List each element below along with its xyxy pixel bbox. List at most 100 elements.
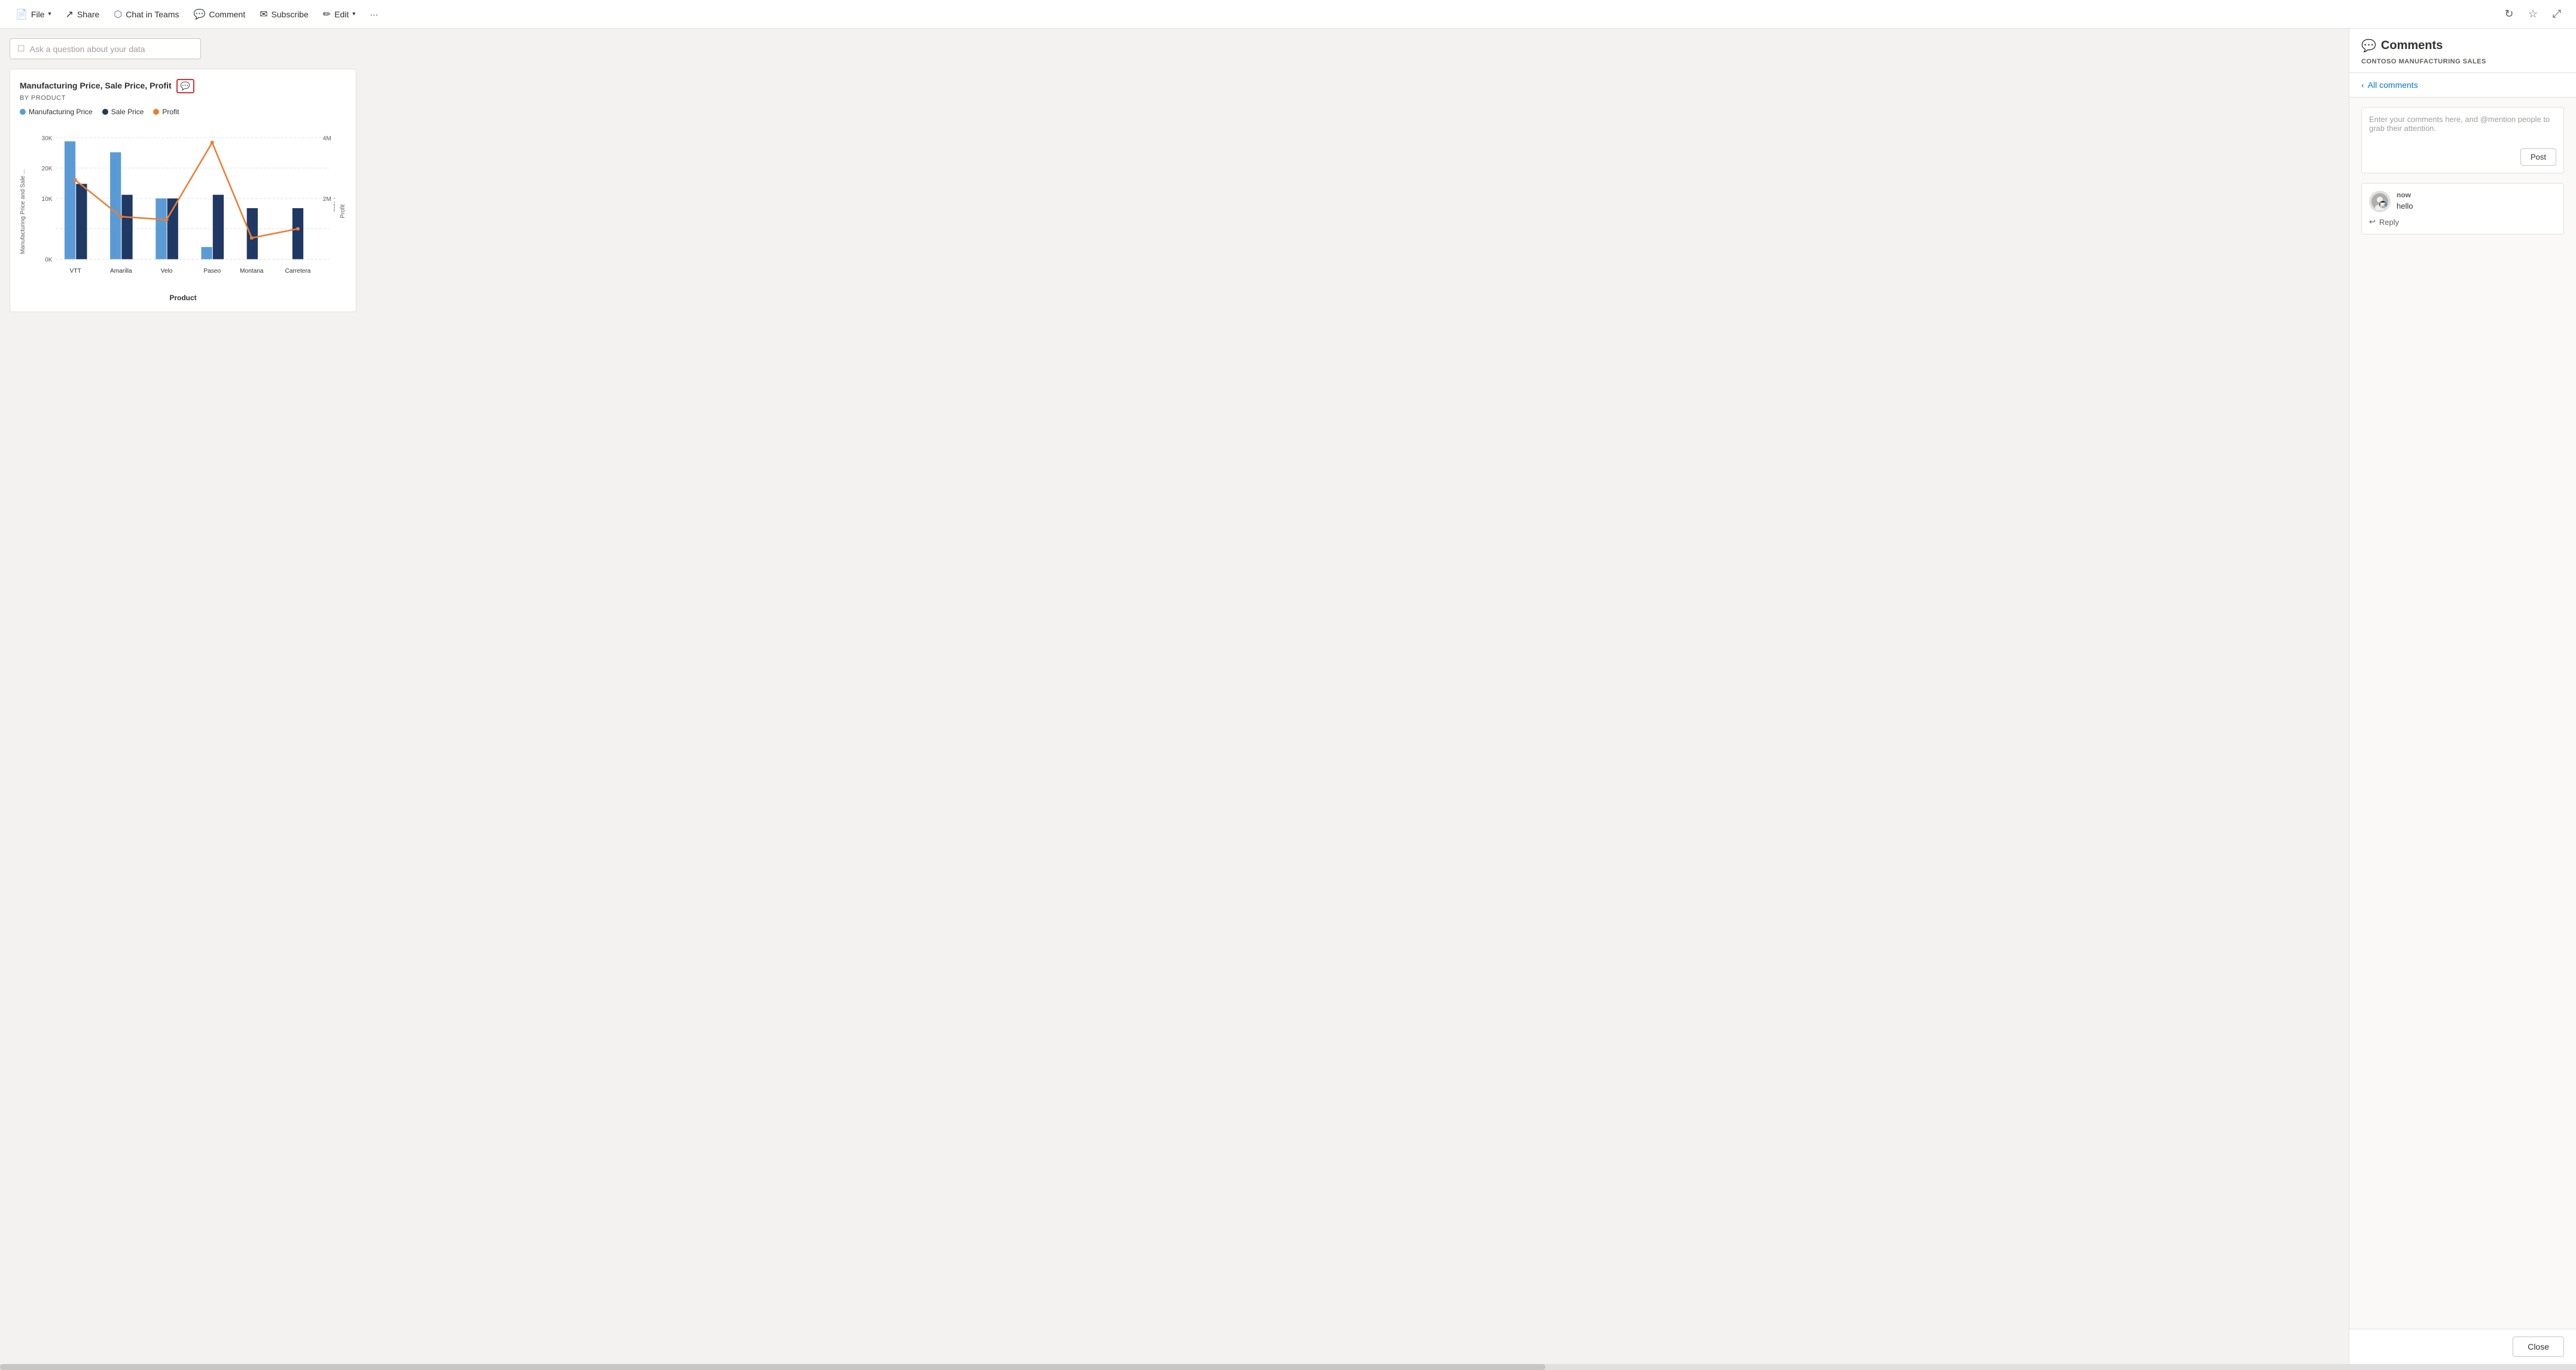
chart-legend: Manufacturing Price Sale Price Profit [20,108,346,116]
share-icon: ↗ [66,8,74,20]
svg-text:30K: 30K [41,135,52,142]
svg-text:Amarilla: Amarilla [110,268,132,274]
edit-icon: ✏ [323,8,331,20]
comment-content: now hello [2397,191,2556,210]
legend-item-manuf: Manufacturing Price [20,108,93,116]
bar-montana-sale [247,208,258,259]
teams-icon: ⬡ [114,8,122,20]
file-label: File [31,10,45,19]
comments-header: 💬 Comments CONTOSO MANUFACTURING SALES [2349,29,2576,73]
reply-icon: ↩ [2369,217,2376,227]
legend-label-profit: Profit [162,108,179,116]
legend-item-sale: Sale Price [102,108,144,116]
comment-button[interactable]: 💬 Comment [187,5,251,24]
profit-line [75,142,298,238]
post-button[interactable]: Post [2520,148,2556,166]
comment-input-text[interactable]: Enter your comments here, and @mention p… [2369,115,2556,144]
comment-card-header: 📊 now hello [2369,191,2556,212]
bookmark-icon[interactable]: ☆ [2523,5,2543,24]
edit-label: Edit [334,10,349,19]
comment-timestamp: now [2397,191,2556,199]
comment-post-area: Post [2369,148,2556,166]
toolbar: 📄 File ▾ ↗ Share ⬡ Chat in Teams 💬 Comme… [0,0,2576,29]
subscribe-label: Subscribe [272,10,309,19]
comment-label: Comment [209,10,245,19]
avatar: 📊 [2369,191,2391,212]
visual-subtitle: BY PRODUCT [20,94,346,102]
chart-wrapper: Manufacturing Price and Sale ... 30K 20K… [20,121,346,302]
comments-body: Enter your comments here, and @mention p… [2349,97,2576,1329]
file-icon: 📄 [16,8,28,20]
reply-label: Reply [2379,218,2399,227]
chart-inner: 30K 20K 10K 0K 4M 2M [31,121,335,302]
svg-text:Paseo: Paseo [203,268,221,274]
bar-paseo-manuf [201,247,212,259]
close-button[interactable]: Close [2513,1337,2564,1357]
svg-text:📊: 📊 [2380,202,2386,208]
svg-text:Carretera: Carretera [285,268,311,274]
scrollbar-thumb [0,1364,1545,1370]
main-area: ☐ Ask a question about your data Manufac… [0,29,2576,1364]
svg-text:2M: 2M [323,196,331,203]
chat-in-teams-button[interactable]: ⬡ Chat in Teams [108,5,185,24]
visual-comment-button[interactable]: 💬 [176,79,194,93]
bar-amarilla-sale [121,195,132,260]
qa-placeholder: Ask a question about your data [30,44,145,54]
svg-text:Montana: Montana [240,268,264,274]
back-label: All comments [2368,80,2418,90]
file-menu[interactable]: 📄 File ▾ [10,5,57,24]
bottom-scrollbar[interactable] [0,1364,2576,1370]
edit-chevron-icon: ▾ [352,11,355,17]
bar-paseo-sale [213,195,224,260]
bar-velo-manuf [156,199,166,260]
avatar-svg: 📊 [2371,193,2388,210]
svg-text:Profit: Profit [332,197,335,212]
profit-dot-montana [250,236,254,240]
comments-nav-back[interactable]: ‹ All comments [2349,73,2576,97]
y-axis-label: Manufacturing Price and Sale ... [20,121,26,302]
legend-item-profit: Profit [153,108,179,116]
file-chevron-icon: ▾ [48,11,51,17]
comments-sidebar: 💬 Comments CONTOSO MANUFACTURING SALES ‹… [2349,29,2576,1364]
profit-dot-carretera [296,227,300,231]
chart-svg: 30K 20K 10K 0K 4M 2M [31,121,335,288]
x-axis-label: Product [31,294,335,302]
comments-icon: 💬 [2361,38,2376,53]
refresh-icon[interactable]: ↻ [2499,5,2519,24]
y2-axis-label: Profit [340,121,346,302]
comments-title: 💬 Comments [2361,38,2564,53]
visual-container: Manufacturing Price, Sale Price, Profit … [10,69,356,312]
bar-vtt-manuf [65,141,75,259]
bar-vtt-sale [76,184,87,259]
bar-carretera-sale [292,208,303,259]
fullscreen-icon[interactable]: ⤢ [2547,5,2566,24]
svg-text:10K: 10K [41,196,52,203]
reply-button[interactable]: ↩ Reply [2369,217,2556,227]
comment-text: hello [2397,202,2556,210]
back-icon: ‹ [2361,80,2364,90]
more-button[interactable]: ··· [364,6,384,23]
legend-dot-profit [153,109,159,115]
legend-dot-manuf [20,109,26,115]
svg-text:Velo: Velo [161,268,173,274]
more-label: ··· [370,10,378,19]
legend-label-sale: Sale Price [111,108,144,116]
comments-source: CONTOSO MANUFACTURING SALES [2361,58,2564,65]
comments-footer: Close [2349,1329,2576,1364]
legend-label-manuf: Manufacturing Price [29,108,93,116]
toolbar-right: ↻ ☆ ⤢ [2499,5,2566,24]
qa-bar[interactable]: ☐ Ask a question about your data [10,38,201,59]
svg-text:VTT: VTT [70,268,81,274]
profit-dot-amarilla [119,215,123,218]
bar-velo-sale [167,199,178,260]
share-label: Share [77,10,99,19]
bar-amarilla-manuf [110,152,121,260]
edit-button[interactable]: ✏ Edit ▾ [317,5,362,24]
svg-text:20K: 20K [41,166,52,172]
comment-card-0: 📊 now hello ↩ Reply [2361,183,2564,234]
subscribe-button[interactable]: ✉ Subscribe [254,5,315,24]
svg-text:0K: 0K [45,257,53,264]
profit-dot-vtt [74,178,77,182]
share-button[interactable]: ↗ Share [60,5,106,24]
subscribe-icon: ✉ [260,8,267,20]
